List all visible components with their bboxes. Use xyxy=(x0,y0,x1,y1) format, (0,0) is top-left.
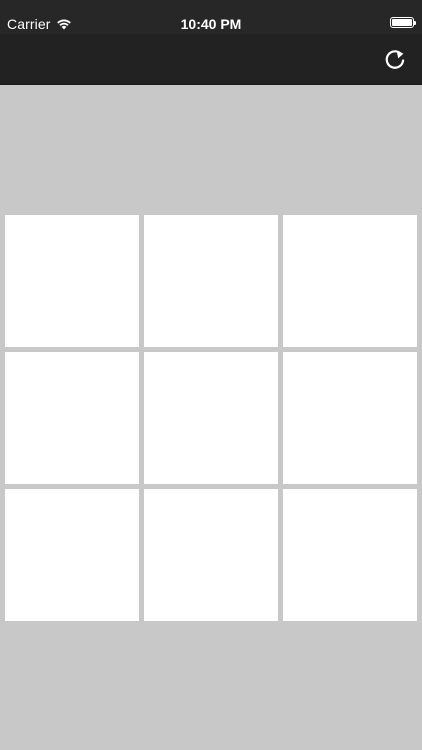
game-board xyxy=(5,215,419,621)
game-screen: Carrier 10:40 PM xyxy=(0,0,422,750)
board-cell[interactable] xyxy=(144,215,278,347)
status-bar: Carrier 10:40 PM xyxy=(0,0,422,34)
status-time: 10:40 PM xyxy=(180,16,242,32)
board-cell[interactable] xyxy=(283,215,417,347)
board-cell[interactable] xyxy=(283,352,417,484)
battery-icon xyxy=(390,17,416,28)
board-cell[interactable] xyxy=(283,489,417,621)
board-cell[interactable] xyxy=(144,489,278,621)
board-cell[interactable] xyxy=(5,489,139,621)
board-cell[interactable] xyxy=(5,352,139,484)
refresh-icon xyxy=(385,50,405,69)
navigation-bar xyxy=(0,34,422,85)
board-cell[interactable] xyxy=(5,215,139,347)
board-cell[interactable] xyxy=(144,352,278,484)
reset-button[interactable] xyxy=(382,46,408,72)
